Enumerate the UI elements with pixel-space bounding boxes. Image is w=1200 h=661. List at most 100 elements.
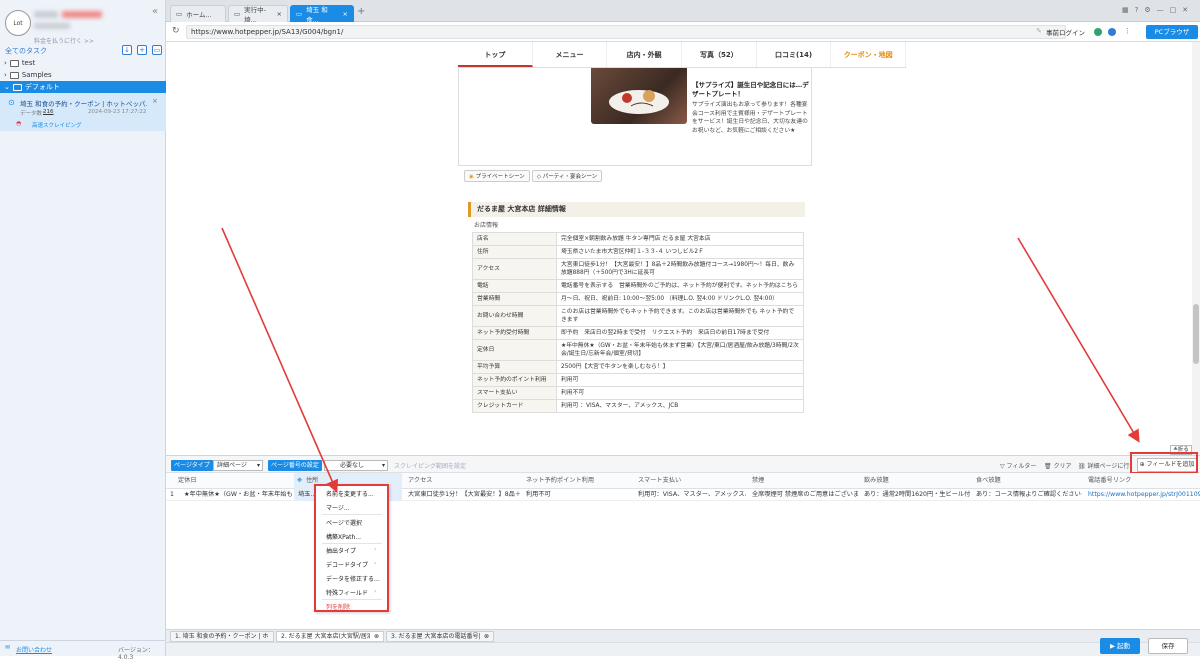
- info-row: クレジットカード 利用可 ：VISA、マスター、アメックス、JCB: [472, 399, 804, 413]
- filter-button[interactable]: ▽ フィルター: [1000, 461, 1036, 470]
- web-viewport[interactable]: トップ メニュー 店内・外観 写真（52） 口コミ(14) クーポン・地図 【サ…: [166, 42, 1200, 455]
- new-tab-icon[interactable]: +: [357, 6, 365, 17]
- detail-link-label: 詳細ページに行: [1087, 463, 1130, 470]
- minimize-icon[interactable]: —: [1157, 6, 1164, 14]
- new-task-icon[interactable]: +: [137, 45, 147, 55]
- save-button[interactable]: 保存: [1148, 638, 1188, 654]
- url-input[interactable]: https://www.hotpepper.jp/SA13/G004/bgn1/: [186, 25, 1066, 39]
- tab-home[interactable]: ▭ ホーム...: [170, 5, 226, 22]
- menu-special-field[interactable]: 特殊フィールド: [326, 588, 376, 597]
- page-tab-1[interactable]: 1. 埼玉 和食の予約・クーポン | ホ...: [170, 631, 274, 642]
- close-icon[interactable]: ×: [343, 10, 348, 18]
- table-cell[interactable]: 全席喫煙可 禁煙席のご用意はございま...: [748, 489, 858, 501]
- page-type-select[interactable]: 詳細ページ ▾: [213, 460, 263, 471]
- maximize-icon[interactable]: □: [1170, 6, 1177, 14]
- refresh-icon[interactable]: ↻: [172, 26, 180, 36]
- column-header[interactable]: 電話番号リンク: [1084, 473, 1200, 489]
- folder-icon: [12, 83, 22, 91]
- dessert-image: [591, 68, 687, 124]
- info-key: お問い合わせ時間: [472, 305, 557, 327]
- info-row: 営業時間 月〜日、祝日、祝前日: 10:00〜翌5:00 （料理L.O. 翌4:0…: [472, 292, 804, 306]
- data-count[interactable]: 216: [43, 109, 54, 115]
- page-num-select[interactable]: 必要なし ▾: [324, 460, 388, 471]
- nav-menu[interactable]: メニュー: [533, 42, 608, 67]
- table-cell[interactable]: あり：通常2時間1620円・生ビール付ゲ...: [860, 489, 970, 501]
- page-tabs: 1. 埼玉 和食の予約・クーポン | ホ... 2. だるま屋 大宮本店(大宮駅…: [166, 629, 1200, 642]
- table-cell[interactable]: https://www.hotpepper.jp/strJ001109849/: [1084, 489, 1200, 501]
- promo-block: 【サプライズ】誕生日や記念日には…デザートプレート！ サプライズ演出もお承って参…: [458, 68, 812, 166]
- new-folder-icon[interactable]: ▭: [152, 45, 162, 55]
- table-cell[interactable]: 利用不可: [522, 489, 632, 501]
- column-header[interactable]: 飲み放題: [860, 473, 970, 489]
- folder-default[interactable]: ⌄ デフォルト: [0, 81, 166, 93]
- menu-select-in-page[interactable]: ページで選択: [326, 518, 362, 527]
- menu-rename[interactable]: 名前を変更する...: [326, 489, 374, 498]
- info-value: 2500円【大宮で牛タンを楽しむなら！】: [556, 360, 804, 374]
- close-icon[interactable]: ×: [277, 10, 282, 18]
- task-date: 2024-09-23 17:27:22: [88, 109, 147, 115]
- table-cell[interactable]: 利用可：VISA、マスター、アメックス、JCB: [634, 489, 746, 501]
- all-tasks-label[interactable]: 全てのタスク: [5, 46, 47, 56]
- page-tab-2[interactable]: 2. だるま屋 大宮本店(大宮駅/居酒... ⊗: [276, 631, 384, 642]
- scene-private[interactable]: ◉ プライベートシーン: [464, 170, 530, 182]
- pre-login-button[interactable]: 事前ログイン: [1046, 27, 1085, 37]
- detail-link-button[interactable]: ⛓ 詳細ページに行: [1078, 461, 1129, 470]
- info-value: このお店は営業時間外でもネット予約できます。このお店は営業時間外でも ネット予約…: [556, 305, 804, 327]
- task-item[interactable]: ⊙ 埼玉 和食の予約・クーポン | ホットペッパ... × データ数： 216 …: [0, 93, 166, 131]
- nav-reviews[interactable]: 口コミ(14): [757, 42, 832, 67]
- nav-interior[interactable]: 店内・外観: [607, 42, 683, 67]
- nav-photos[interactable]: 写真（52）: [682, 42, 757, 67]
- scrape-range-link[interactable]: スクレイピング範囲を設定: [394, 461, 466, 470]
- nav-top[interactable]: トップ: [458, 42, 533, 67]
- column-header[interactable]: 禁煙: [748, 473, 858, 489]
- close-icon[interactable]: ×: [152, 97, 158, 105]
- menu-decode-type[interactable]: デコードタイプ: [326, 560, 376, 569]
- nav-coupon[interactable]: クーポン・地図: [831, 42, 907, 67]
- menu-modify-data[interactable]: データを修正する...: [326, 574, 380, 583]
- settings-icon[interactable]: ⚙: [1144, 6, 1150, 14]
- tab-current[interactable]: ▭ 埼玉 和食... ×: [290, 5, 354, 24]
- import-icon[interactable]: ↓: [122, 45, 132, 55]
- tab-running[interactable]: ▭ 実行中-埼... ×: [228, 5, 288, 24]
- scrollbar[interactable]: [1192, 42, 1200, 455]
- close-icon[interactable]: ⊗: [484, 632, 489, 641]
- page-num-label: ページ番号の設定: [268, 460, 322, 471]
- clear-button[interactable]: 🗑 クリア: [1044, 461, 1072, 470]
- column-header[interactable]: アクセス: [404, 473, 520, 489]
- account-id-redacted: [34, 23, 70, 29]
- edit-icon[interactable]: ✎: [1036, 27, 1042, 35]
- column-header[interactable]: スマート支払い: [634, 473, 746, 489]
- avatar[interactable]: Lot: [5, 10, 31, 36]
- start-button[interactable]: ▶ 起動: [1100, 638, 1140, 654]
- close-window-icon[interactable]: ✕: [1182, 6, 1188, 14]
- menu-extract-type[interactable]: 抽出タイプ: [326, 546, 376, 555]
- table-cell[interactable]: 大宮東口徒歩1分！【大宮最安！】8品＋...: [404, 489, 520, 501]
- collapse-icon[interactable]: «: [152, 6, 158, 17]
- page-tab-3[interactable]: 3. だるま屋 大宮本店の電話番号|... ⊗: [386, 631, 494, 642]
- folder-samples[interactable]: › Samples: [0, 69, 166, 81]
- folder-test[interactable]: › test: [0, 57, 166, 69]
- info-key: クレジットカード: [472, 399, 557, 413]
- scene-party[interactable]: ◇ パーティ・宴会シーン: [531, 170, 603, 182]
- column-header[interactable]: ネット予約ポイント利用: [522, 473, 632, 489]
- help-icon[interactable]: ?: [1135, 6, 1139, 14]
- close-icon[interactable]: ⊗: [374, 632, 379, 641]
- more-icon[interactable]: ⋮: [1124, 27, 1131, 35]
- menu-merge[interactable]: マージ...: [326, 503, 350, 512]
- menu-delete-column[interactable]: 列を削除: [326, 602, 350, 611]
- scrollbar-thumb[interactable]: [1193, 304, 1199, 364]
- select-value: 詳細ページ: [217, 462, 247, 469]
- column-header[interactable]: 食べ放題: [972, 473, 1082, 489]
- contact-link[interactable]: お問い合わせ: [16, 645, 52, 654]
- info-key: 住所: [472, 245, 557, 259]
- table-cell[interactable]: あり：コース情報よりご確認ください★: [972, 489, 1082, 501]
- menu-icon[interactable]: ▦: [1122, 6, 1129, 14]
- speed-icon: ◓: [16, 120, 22, 127]
- profile-icon[interactable]: [1108, 28, 1116, 36]
- browser-mode-button[interactable]: PCブラウザ: [1146, 25, 1198, 39]
- folder-label: test: [21, 59, 36, 67]
- table-cell[interactable]: ★年中無休★（GW・お盆・年末年始も...: [180, 489, 292, 501]
- column-header[interactable]: 定休日: [174, 473, 292, 489]
- menu-build-xpath[interactable]: 構築XPath...: [326, 532, 361, 541]
- tab-label: 埼玉 和食...: [306, 6, 328, 24]
